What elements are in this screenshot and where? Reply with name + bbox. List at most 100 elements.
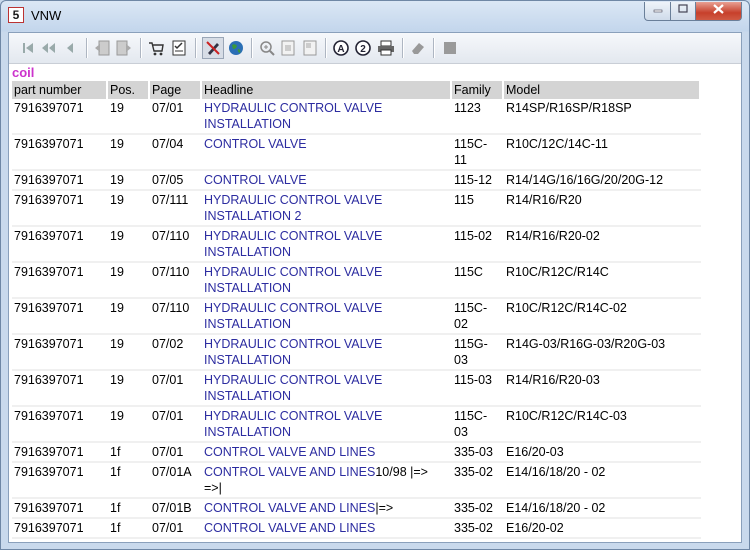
headline-link[interactable]: CONTROL VALVE	[204, 137, 307, 151]
page-alt-icon[interactable]	[301, 39, 319, 57]
cell-headline[interactable]: HYDRAULIC CONTROL VALVE INSTALLATION	[201, 99, 452, 135]
table-row[interactable]: 7916397071 1f 07/01 CONTROL VALVE AND LINES…	[12, 518, 701, 539]
headline-link[interactable]: CONTROL VALVE AND LINES	[204, 501, 375, 515]
highlight-pen-icon[interactable]	[202, 37, 224, 59]
headline-link[interactable]: HYDRAULIC CONTROL VALVE INSTALLATION	[204, 373, 382, 403]
headline-link[interactable]: HYDRAULIC CONTROL VALVE INSTALLATION	[204, 409, 382, 439]
cell-headline[interactable]: HYDRAULIC CONTROL VALVE INSTALLATION	[201, 370, 452, 407]
header-page[interactable]: Page	[149, 81, 202, 99]
headline-link[interactable]: HYDRAULIC CONTROL VALVE INSTALLATION	[204, 265, 382, 295]
cell-model: E14/16/18/20 - 02	[503, 462, 701, 499]
cart-icon[interactable]	[147, 39, 165, 57]
table-row[interactable]: 7916397071 19 07/110 HYDRAULIC CONTROL VALV…	[12, 226, 701, 263]
table-row[interactable]: 7916397071 19 07/110 HYDRAULIC CONTROL VALV…	[12, 298, 701, 335]
cell-part-number: 7916397071	[12, 190, 108, 227]
cell-family: 335-03	[451, 442, 504, 463]
export-right-icon[interactable]	[115, 39, 133, 57]
minimize-icon	[653, 9, 662, 13]
stop-icon[interactable]	[441, 39, 459, 57]
cell-headline[interactable]: CONTROL VALVE AND LINES|=>	[201, 498, 452, 519]
previous-page-icon[interactable]	[39, 39, 57, 57]
cell-headline[interactable]: CONTROL VALVE	[201, 134, 452, 171]
header-pos[interactable]: Pos.	[107, 81, 150, 99]
table-row[interactable]: 7916397071 19 07/01 HYDRAULIC CONTROL VALVE…	[12, 370, 701, 407]
header-model[interactable]: Model	[503, 81, 701, 99]
table-row[interactable]: 7916397071 19 07/110 HYDRAULIC CONTROL VALV…	[12, 262, 701, 299]
cell-part-number: 7916397071	[12, 226, 108, 263]
header-family[interactable]: Family	[451, 81, 504, 99]
cell-headline[interactable]: CONTROL VALVE AND LINES10/98 |=> =>|	[201, 462, 452, 499]
cell-model: R14/R16/R20	[503, 190, 701, 227]
first-record-icon[interactable]	[19, 39, 37, 57]
cell-page: 07/01	[149, 518, 202, 539]
eraser-icon[interactable]	[409, 39, 427, 57]
results-table: part number Pos. Page Headline Family Mo…	[12, 81, 701, 539]
table-row[interactable]: 7916397071 19 07/01 HYDRAULIC CONTROL VALVE…	[12, 99, 701, 135]
cell-part-number: 7916397071	[12, 370, 108, 407]
cell-headline[interactable]: CONTROL VALVE	[201, 170, 452, 191]
cell-page: 07/01	[149, 99, 202, 135]
app-window: 5 VNW A 2 coil part number Pos. Page Hea…	[0, 0, 750, 550]
cell-family: 115C-03	[451, 406, 504, 443]
client-area: A 2 coil part number Pos. Page Headline …	[8, 32, 742, 543]
cell-pos: 19	[107, 99, 150, 135]
app-logo-icon[interactable]: 5	[8, 7, 24, 23]
headline-link[interactable]: HYDRAULIC CONTROL VALVE INSTALLATION	[204, 229, 382, 259]
table-row[interactable]: 7916397071 1f 07/01A CONTROL VALVE AND LINE…	[12, 462, 701, 499]
minimize-button[interactable]	[644, 2, 671, 21]
headline-link[interactable]: HYDRAULIC CONTROL VALVE INSTALLATION 2	[204, 193, 382, 223]
cell-model: E14/16/18/20 - 02	[503, 498, 701, 519]
cell-pos: 1f	[107, 498, 150, 519]
zoom-icon[interactable]	[258, 39, 276, 57]
close-button[interactable]	[695, 2, 742, 21]
page-icon[interactable]	[279, 39, 297, 57]
headline-link[interactable]: CONTROL VALVE AND LINES	[204, 521, 375, 535]
cell-page: 07/110	[149, 298, 202, 335]
cell-model: E16/20-03	[503, 442, 701, 463]
table-row[interactable]: 7916397071 19 07/111 HYDRAULIC CONTROL VALV…	[12, 190, 701, 227]
headline-link[interactable]: CONTROL VALVE	[204, 173, 307, 187]
table-row[interactable]: 7916397071 19 07/04 CONTROL VALVE 115C-11 R10…	[12, 134, 701, 171]
checklist-icon[interactable]	[170, 39, 188, 57]
cell-part-number: 7916397071	[12, 498, 108, 519]
table-row[interactable]: 7916397071 19 07/01 HYDRAULIC CONTROL VALVE…	[12, 406, 701, 443]
headline-link[interactable]: HYDRAULIC CONTROL VALVE INSTALLATION	[204, 101, 382, 131]
cell-headline[interactable]: CONTROL VALVE AND LINES	[201, 518, 452, 539]
cell-headline[interactable]: CONTROL VALVE AND LINES	[201, 442, 452, 463]
cell-family: 115-12	[451, 170, 504, 191]
headline-link[interactable]: HYDRAULIC CONTROL VALVE INSTALLATION	[204, 301, 382, 331]
maximize-button[interactable]	[670, 2, 696, 21]
previous-record-icon[interactable]	[61, 39, 79, 57]
table-row[interactable]: 7916397071 1f 07/01B CONTROL VALVE AND LINE…	[12, 498, 701, 519]
header-headline[interactable]: Headline	[201, 81, 452, 99]
headline-link[interactable]: HYDRAULIC CONTROL VALVE INSTALLATION	[204, 337, 382, 367]
cell-headline[interactable]: HYDRAULIC CONTROL VALVE INSTALLATION	[201, 226, 452, 263]
search-term-label: coil	[12, 65, 35, 80]
cell-headline[interactable]: HYDRAULIC CONTROL VALVE INSTALLATION	[201, 406, 452, 443]
export-left-icon[interactable]	[93, 39, 111, 57]
cell-model: R10C/12C/14C-11	[503, 134, 701, 171]
cell-headline[interactable]: HYDRAULIC CONTROL VALVE INSTALLATION 2	[201, 190, 452, 227]
cell-page: 07/02	[149, 334, 202, 371]
cell-headline[interactable]: HYDRAULIC CONTROL VALVE INSTALLATION	[201, 334, 452, 371]
title-bar[interactable]: 5 VNW	[1, 1, 749, 31]
print-icon[interactable]	[377, 39, 395, 57]
cell-model: R14SP/R16SP/R18SP	[503, 99, 701, 135]
table-row[interactable]: 7916397071 1f 07/01 CONTROL VALVE AND LINES…	[12, 442, 701, 463]
cell-family: 115C-11	[451, 134, 504, 171]
annotation-a-icon[interactable]: A	[332, 39, 350, 57]
annotation-2-icon[interactable]: 2	[354, 39, 372, 57]
headline-link[interactable]: CONTROL VALVE AND LINES	[204, 465, 375, 479]
table-row[interactable]: 7916397071 19 07/02 HYDRAULIC CONTROL VALVE…	[12, 334, 701, 371]
cell-page: 07/01A	[149, 462, 202, 499]
cell-page: 07/01B	[149, 498, 202, 519]
header-part-number[interactable]: part number	[12, 81, 108, 99]
headline-link[interactable]: CONTROL VALVE AND LINES	[204, 445, 375, 459]
globe-icon[interactable]	[227, 39, 245, 57]
cell-headline[interactable]: HYDRAULIC CONTROL VALVE INSTALLATION	[201, 298, 452, 335]
cell-pos: 1f	[107, 442, 150, 463]
cell-headline[interactable]: HYDRAULIC CONTROL VALVE INSTALLATION	[201, 262, 452, 299]
cell-model: R14G-03/R16G-03/R20G-03	[503, 334, 701, 371]
cell-part-number: 7916397071	[12, 99, 108, 135]
table-row[interactable]: 7916397071 19 07/05 CONTROL VALVE 115-12 R14/…	[12, 170, 701, 191]
